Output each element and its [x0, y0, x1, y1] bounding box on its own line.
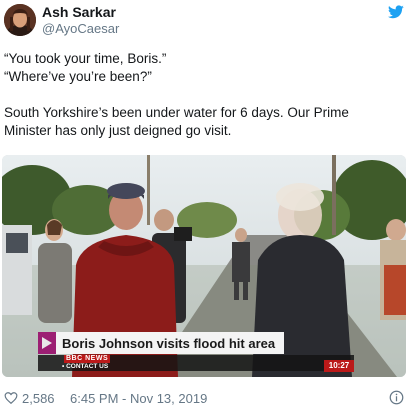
- like-count[interactable]: 2,586: [22, 391, 55, 406]
- video-player[interactable]: Boris Johnson visits flood hit area BBC …: [2, 155, 406, 377]
- tweet-footer: 2,586 6:45 PM - Nov 13, 2019: [4, 390, 406, 408]
- video-headline-text: Boris Johnson visits flood hit area: [62, 335, 276, 351]
- author-handle[interactable]: @AyoCaesar: [42, 21, 119, 36]
- tweet-text-line: “You took your time, Boris.”: [4, 51, 167, 66]
- tweet-card: Ash Sarkar @AyoCaesar “You took your tim…: [0, 0, 410, 415]
- video-headline-caption: Boris Johnson visits flood hit area: [38, 332, 284, 354]
- tweet-text-line: “Where’ve you’re been?”: [4, 69, 152, 84]
- news-ticker-bar: BBC NEWS • CONTACT US: [38, 355, 354, 371]
- avatar[interactable]: [4, 4, 36, 36]
- broadcast-clock: 10:27: [324, 360, 354, 372]
- tweet-text-spacer: [4, 86, 404, 104]
- profile-photo-icon: [4, 4, 36, 36]
- tweet-timestamp[interactable]: 6:45 PM - Nov 13, 2019: [70, 391, 207, 406]
- twitter-bird-icon[interactable]: [388, 5, 404, 19]
- play-arrow-icon: [38, 332, 56, 354]
- info-icon[interactable]: [389, 390, 404, 405]
- tweet-text-line: Minister has only just deigned go visit.: [4, 123, 232, 138]
- tweet-text: “You took your time, Boris.” “Where’ve y…: [4, 50, 404, 140]
- ticker-text: • CONTACT US: [62, 363, 109, 370]
- author-display-name[interactable]: Ash Sarkar: [42, 4, 116, 20]
- heart-icon[interactable]: [4, 391, 18, 405]
- tweet-text-line: South Yorkshire’s been under water for 6…: [4, 105, 349, 120]
- bbc-news-logo: BBC NEWS: [64, 355, 111, 363]
